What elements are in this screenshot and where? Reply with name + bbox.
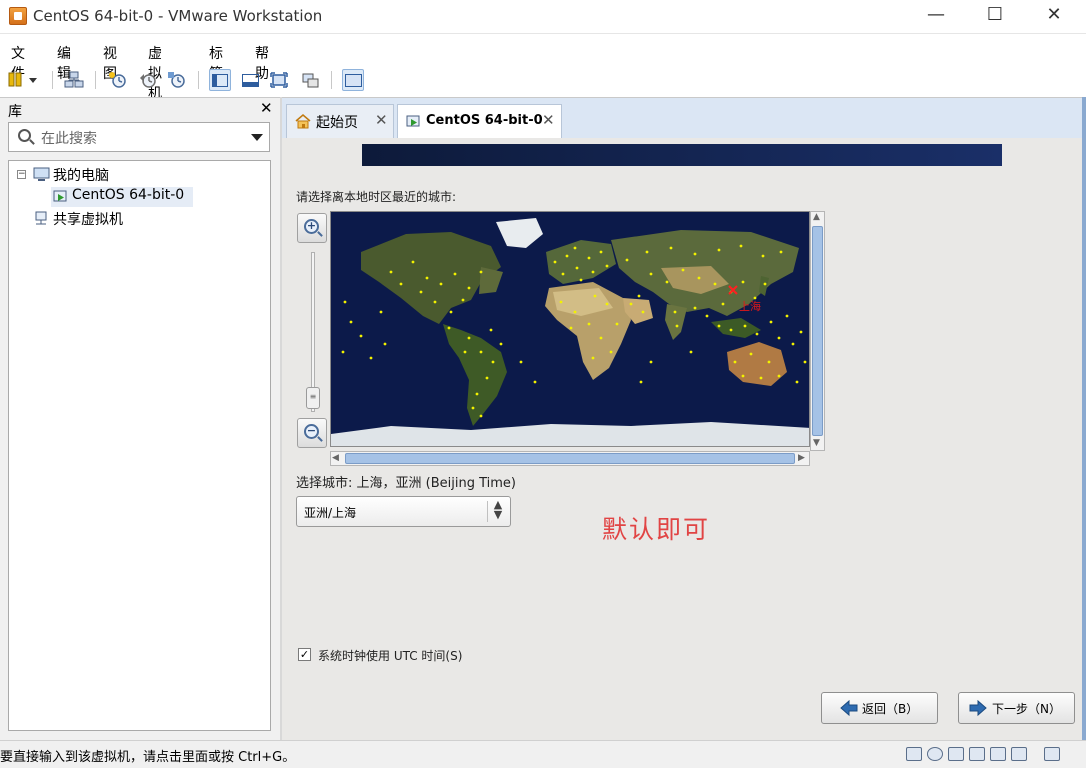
map-city-marker-label: 上海 (739, 300, 761, 313)
back-button-label: 返回（B） (862, 702, 919, 716)
map-vertical-scrollbar[interactable]: ▲ ▼ (810, 211, 825, 451)
back-button[interactable]: 返回（B） (821, 692, 938, 724)
back-arrow-icon (840, 699, 858, 717)
revert-snapshot-icon[interactable] (137, 69, 159, 91)
tree-item-vm[interactable]: CentOS 64-bit-0 (51, 187, 193, 207)
zoom-in-icon: + (304, 219, 319, 234)
close-button[interactable]: ✕ (1031, 0, 1077, 32)
library-close-icon[interactable]: ✕ (260, 99, 273, 117)
full-screen-icon[interactable] (268, 69, 290, 91)
next-arrow-icon (969, 699, 987, 717)
console-edge (1082, 97, 1086, 740)
updown-arrows-icon: ▲ ▼ (493, 498, 503, 521)
utc-checkbox[interactable]: ✓ (298, 648, 311, 661)
show-library-icon[interactable] (209, 69, 231, 91)
selected-city-label: 选择城市: 上海，亚洲 (Beijing Time) (296, 476, 516, 491)
sound-card-icon[interactable] (1011, 747, 1027, 761)
next-button-label: 下一步（N） (992, 702, 1061, 716)
zoom-in-button[interactable]: + (297, 213, 327, 243)
search-dropdown-icon[interactable] (251, 134, 263, 141)
minimize-button[interactable]: — (913, 0, 959, 32)
title-bar: CentOS 64-bit-0 - VMware Workstation — ☐… (0, 0, 1086, 34)
thumbnail-bar-icon[interactable] (239, 69, 261, 91)
library-search-input[interactable]: 在此搜索 (8, 122, 270, 152)
tab-label-home: 起始页 (316, 115, 358, 131)
snapshot-manager-icon[interactable] (166, 69, 188, 91)
installer-banner (362, 144, 1002, 166)
next-button[interactable]: 下一步（N） (958, 692, 1075, 724)
collapse-icon[interactable]: − (17, 170, 26, 179)
tab-close-icon[interactable]: ✕ (542, 111, 555, 129)
status-text: 要直接输入到该虚拟机，请点击里面或按 Ctrl+G。 (0, 750, 296, 765)
world-map[interactable]: 上海 (330, 211, 810, 447)
maximize-button[interactable]: ☐ (972, 0, 1018, 32)
library-panel: 库 ✕ 在此搜索 − 我的电脑 CentOS 64-bit-0 共享虚拟机 (0, 97, 280, 740)
toolbar (0, 66, 1086, 94)
zoom-slider-thumb[interactable]: ≡ (306, 387, 320, 409)
timezone-select-value: 亚洲/上海 (304, 506, 357, 520)
map-horizontal-scrollbar[interactable]: ◀ ▶ (330, 451, 810, 466)
snapshot-icon[interactable] (107, 69, 129, 91)
window-title: CentOS 64-bit-0 - VMware Workstation (33, 7, 323, 25)
map-vertical-scroll-thumb[interactable] (812, 226, 823, 436)
computer-icon (33, 167, 50, 181)
vm-console[interactable]: 请选择离本地时区最近的城市: + ≡ − 上海 ▲ ▼ ◀ ▶ 选择城市: 上海… (282, 138, 1082, 740)
send-keys-icon[interactable] (63, 69, 85, 91)
tree-label-shared: 共享虚拟机 (53, 212, 123, 228)
library-tree: − 我的电脑 CentOS 64-bit-0 共享虚拟机 (8, 160, 271, 731)
tab-strip: 起始页 ✕ CentOS 64-bit-0 ✕ (282, 97, 1086, 139)
home-icon (295, 114, 311, 129)
zoom-out-icon: − (304, 424, 319, 439)
timezone-select[interactable]: 亚洲/上海 ▲ ▼ (296, 496, 511, 527)
utc-label: 系统时钟使用 UTC 时间(S) (318, 649, 463, 663)
search-icon (18, 129, 31, 142)
console-view-icon[interactable] (342, 69, 364, 91)
map-horizontal-scroll-thumb[interactable] (345, 453, 795, 464)
tab-centos[interactable]: CentOS 64-bit-0 ✕ (397, 104, 562, 139)
status-bar: 要直接输入到该虚拟机，请点击里面或按 Ctrl+G。 (0, 740, 1086, 768)
vm-running-icon (53, 190, 67, 202)
vmware-app-icon (9, 7, 27, 25)
tab-label-centos: CentOS 64-bit-0 (426, 113, 543, 128)
library-title: 库 (8, 104, 22, 120)
annotation-note: 默认即可 (602, 515, 711, 544)
power-pause-icon[interactable] (6, 69, 42, 91)
display-icon[interactable] (1044, 747, 1060, 761)
printer-icon[interactable] (990, 747, 1006, 761)
network-adapter-icon[interactable] (969, 747, 985, 761)
vm-running-icon (406, 115, 420, 127)
tree-label-my-computer: 我的电脑 (53, 168, 109, 184)
cd-dvd-icon[interactable] (927, 747, 943, 761)
unity-icon[interactable] (299, 69, 321, 91)
timezone-prompt: 请选择离本地时区最近的城市: (296, 190, 457, 204)
search-placeholder: 在此搜索 (41, 131, 97, 147)
floppy-icon[interactable] (948, 747, 964, 761)
tab-home[interactable]: 起始页 ✕ (286, 104, 394, 139)
shared-vm-icon (35, 211, 47, 225)
tree-label-vm: CentOS 64-bit-0 (72, 187, 185, 203)
hard-disk-icon[interactable] (906, 747, 922, 761)
tab-close-icon[interactable]: ✕ (375, 111, 388, 129)
zoom-out-button[interactable]: − (297, 418, 327, 448)
